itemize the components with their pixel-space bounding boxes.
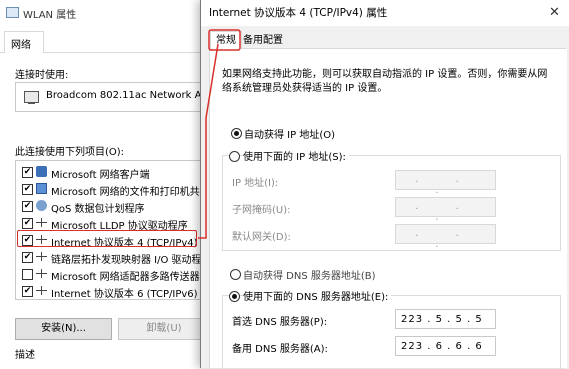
ip-manual-radio[interactable] xyxy=(229,151,240,162)
wlan-properties-window: WLAN 属性 网络 连接时使用: Broadcom 802.11ac Netw… xyxy=(0,0,220,368)
component-list-item[interactable]: ✔ Internet 协议版本 6 (TCP/IPv6) xyxy=(16,283,216,300)
network-window-icon xyxy=(6,7,19,18)
adapter-box: Broadcom 802.11ac Network Ada xyxy=(15,82,217,112)
dns-auto-label: 自动获得 DNS 服务器地址(B) xyxy=(243,271,376,282)
component-checkbox[interactable]: ✔ xyxy=(22,201,33,212)
wlan-window-title: WLAN 属性 xyxy=(23,10,77,21)
qos-icon xyxy=(36,200,47,211)
connect-using-label: 连接时使用: xyxy=(15,70,69,81)
protocol-icon xyxy=(36,285,47,296)
subnet-mask-field[interactable]: . . . xyxy=(395,197,496,223)
dns-auto-radio[interactable] xyxy=(230,269,241,280)
component-checkbox[interactable]: ✔ xyxy=(22,218,33,229)
subnet-mask-label: 子网掩码(U): xyxy=(232,205,291,216)
subnet-mask-dots: . . . xyxy=(415,201,476,223)
ip-address-field[interactable]: . . . xyxy=(395,170,496,196)
intro-text-line-1: 如果网络支持此功能，则可以获取自动指派的 IP 设置。否则，你需要从网 xyxy=(222,69,548,80)
dns-manual-radio[interactable] xyxy=(229,291,240,302)
component-label: QoS 数据包计划程序 xyxy=(51,204,145,215)
adapter-name: Broadcom 802.11ac Network Ada xyxy=(46,90,214,101)
component-checkbox[interactable] xyxy=(22,269,33,280)
uninstall-button[interactable]: 卸载(U) xyxy=(118,318,210,340)
component-checkbox[interactable]: ✔ xyxy=(22,286,33,297)
component-list-item[interactable]: ✔ QoS 数据包计划程序 xyxy=(16,198,216,215)
dns-manual-label: 使用下面的 DNS 服务器地址(E): xyxy=(243,288,392,303)
component-list-item[interactable]: ✔ Microsoft 网络的文件和打印机共享 xyxy=(16,181,216,198)
preferred-dns-value: 223 . 5 . 5 . 5 xyxy=(401,314,483,325)
file-share-icon xyxy=(36,183,47,194)
install-button[interactable]: 安装(N)... xyxy=(15,318,112,340)
description-label: 描述 xyxy=(15,350,35,361)
protocol-icon xyxy=(36,217,47,228)
component-checkbox[interactable]: ✔ xyxy=(22,184,33,195)
component-label: Microsoft 网络的文件和打印机共享 xyxy=(51,187,210,198)
component-list-item[interactable]: ✔ Microsoft LLDP 协议驱动程序 xyxy=(16,215,216,232)
gateway-dots: . . . xyxy=(415,228,476,250)
close-icon[interactable]: ✕ xyxy=(549,5,560,20)
dns-manual-group xyxy=(222,295,561,369)
ip-manual-label: 使用下面的 IP 地址(S): xyxy=(243,148,349,163)
component-list-item[interactable]: ✔ 链路层拓扑发现映射器 I/O 驱动程序 xyxy=(16,249,216,266)
ipv4-highlight-box xyxy=(17,230,197,247)
intro-text-line-2: 络系统管理员处获得适当的 IP 设置。 xyxy=(222,83,388,94)
component-label: 链路层拓扑发现映射器 I/O 驱动程序 xyxy=(51,255,212,266)
ip-auto-label: 自动获得 IP 地址(O) xyxy=(244,130,336,141)
ipv4-title-bar[interactable]: Internet 协议版本 4 (TCP/IPv4) 属性 ✕ xyxy=(201,0,569,26)
alternate-dns-value: 223 . 6 . 6 . 6 xyxy=(401,341,483,352)
tab-network-label: 网络 xyxy=(11,40,31,51)
ipv4-properties-dialog: Internet 协议版本 4 (TCP/IPv4) 属性 ✕ 常规 备用配置 … xyxy=(200,0,569,369)
component-list-item[interactable]: Microsoft 网络适配器多路传送器协议 xyxy=(16,266,220,283)
alternate-dns-label: 备用 DNS 服务器(A): xyxy=(232,344,328,355)
ip-auto-radio[interactable] xyxy=(231,128,242,139)
ip-address-dots: . . . xyxy=(415,174,476,196)
tab-alternate-config[interactable]: 备用配置 xyxy=(243,33,283,49)
tab-general[interactable]: 常规 xyxy=(210,31,242,50)
protocol-icon xyxy=(36,268,47,279)
component-checkbox[interactable]: ✔ xyxy=(22,167,33,178)
component-label: Microsoft 网络适配器多路传送器协议 xyxy=(51,272,220,283)
items-label: 此连接使用下列项目(O): xyxy=(15,147,125,158)
ip-address-label: IP 地址(I): xyxy=(232,178,279,189)
ipv4-dialog-title: Internet 协议版本 4 (TCP/IPv4) 属性 xyxy=(209,7,388,19)
alternate-dns-field[interactable]: 223 . 6 . 6 . 6 xyxy=(395,336,496,356)
protocol-icon xyxy=(36,251,47,262)
gateway-label: 默认网关(D): xyxy=(232,232,291,243)
network-adapter-icon xyxy=(24,91,39,104)
wlan-title-bar[interactable]: WLAN 属性 xyxy=(0,0,205,26)
tab-network[interactable]: 网络 xyxy=(4,31,44,53)
preferred-dns-label: 首选 DNS 服务器(P): xyxy=(232,317,328,328)
component-label: Internet 协议版本 6 (TCP/IPv6) xyxy=(51,289,198,300)
component-list-item[interactable]: ✔ Microsoft 网络客户端 xyxy=(16,164,216,181)
component-checkbox[interactable]: ✔ xyxy=(22,252,33,263)
preferred-dns-field[interactable]: 223 . 5 . 5 . 5 xyxy=(395,309,496,329)
network-client-icon xyxy=(36,166,47,177)
gateway-field[interactable]: . . . xyxy=(395,224,496,250)
component-label: Microsoft 网络客户端 xyxy=(51,170,150,181)
